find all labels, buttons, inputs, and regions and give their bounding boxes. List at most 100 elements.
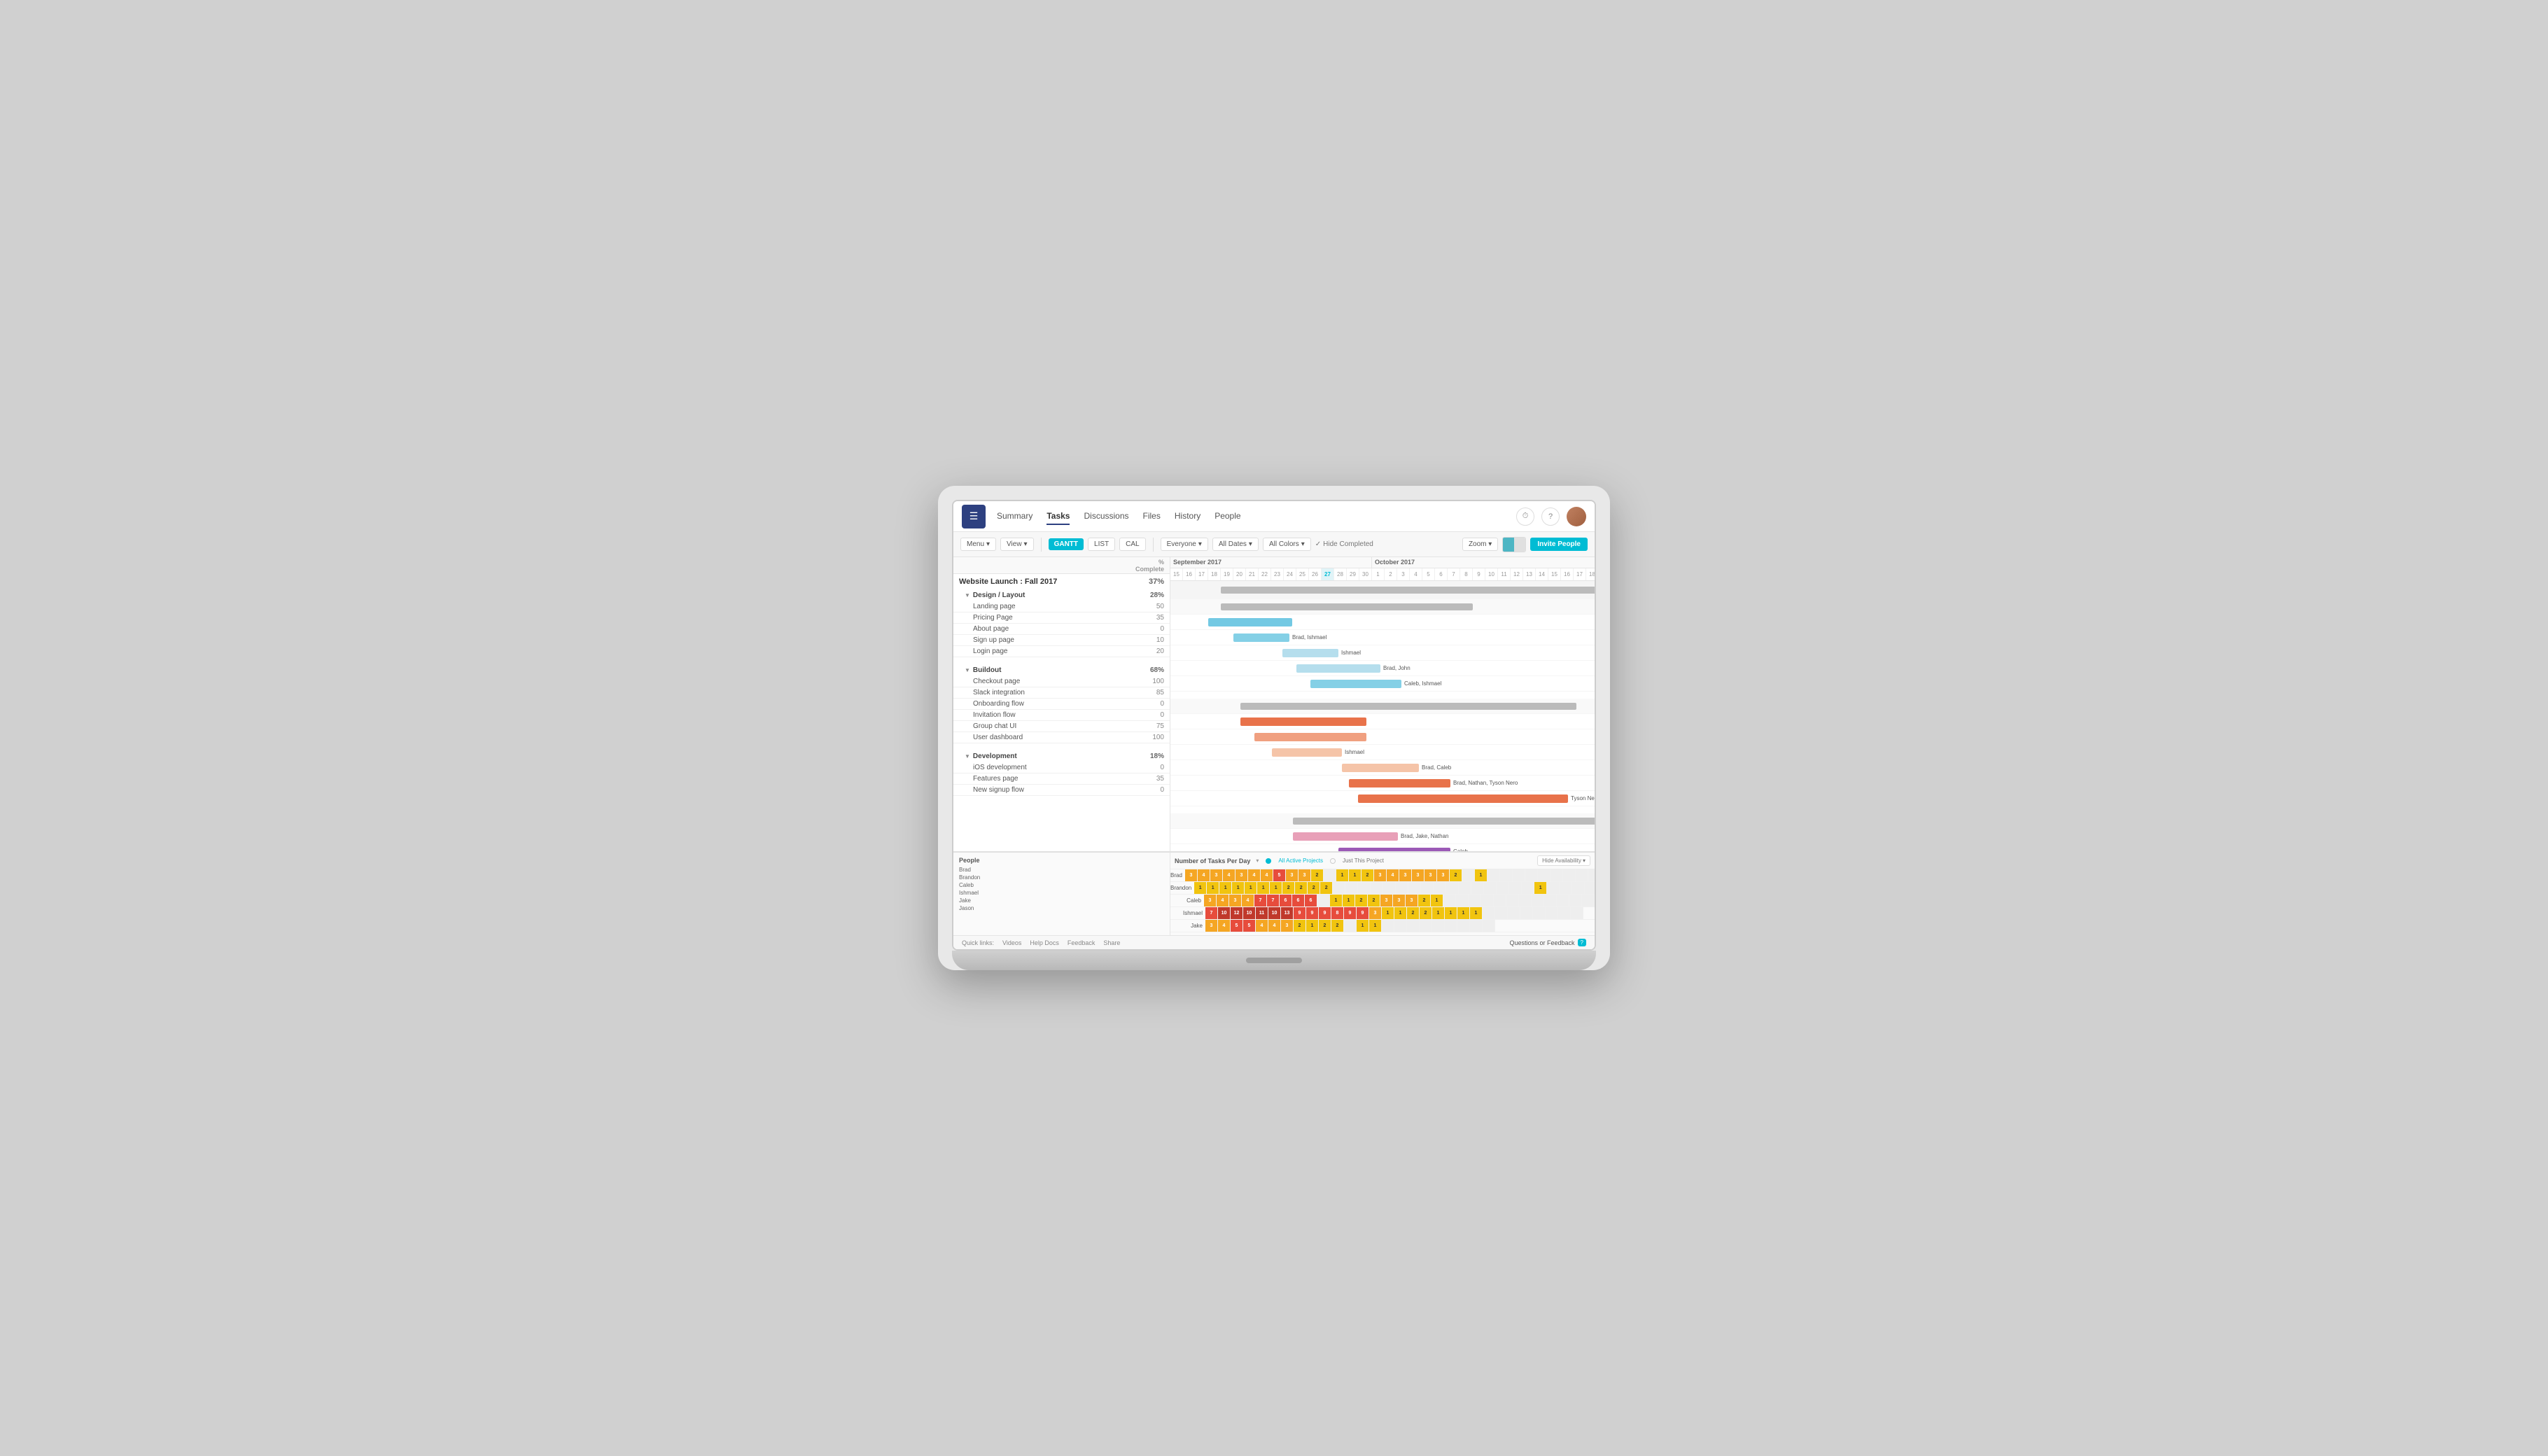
avail-cell-brandon-0: 1 (1194, 882, 1207, 894)
task-group-chat-ui[interactable]: Group chat UI 75 (953, 721, 1170, 732)
task-landing-page[interactable]: Landing page 50 (953, 601, 1170, 612)
tab-people[interactable]: People (1214, 508, 1240, 525)
gantt-bar-landing[interactable] (1208, 618, 1292, 626)
task-features-page[interactable]: Features page 35 (953, 774, 1170, 785)
gantt-view-button[interactable]: GANTT (1049, 538, 1084, 550)
legend: Brad Brandon Caleb Ishmael Jake (959, 867, 1164, 911)
everyone-filter[interactable]: Everyone ▾ (1161, 538, 1208, 551)
avail-cell-brandon-22 (1471, 882, 1484, 894)
avail-cell-jake-8: 1 (1306, 920, 1319, 932)
color-toggle-right[interactable] (1514, 538, 1525, 552)
task-login-page[interactable]: Login page 20 (953, 646, 1170, 657)
avail-cell-ishmael-4: 11 (1256, 907, 1268, 919)
clock-icon-button[interactable]: ⏱ (1516, 507, 1534, 526)
task-sign-up-page[interactable]: Sign up page 10 (953, 635, 1170, 646)
all-dates-filter[interactable]: All Dates ▾ (1212, 538, 1259, 551)
task-slack-integration[interactable]: Slack integration 85 (953, 687, 1170, 699)
task-new-signup-flow[interactable]: New signup flow 0 (953, 785, 1170, 796)
all-colors-filter[interactable]: All Colors ▾ (1263, 538, 1311, 551)
group-development[interactable]: ▼ Development 18% (953, 750, 1170, 762)
tab-tasks[interactable]: Tasks (1046, 508, 1070, 525)
task-checkout-page[interactable]: Checkout page 100 (953, 676, 1170, 687)
gantt-bar-slack[interactable] (1254, 733, 1366, 741)
footer-link-feedback[interactable]: Feedback (1068, 939, 1096, 946)
task-about-page[interactable]: About page 0 (953, 624, 1170, 635)
gantt-label-ios: Brad, Jake, Nathan (1401, 833, 1448, 839)
avail-cell-caleb-23 (1494, 895, 1506, 906)
gantt-row-signup: Brad, John (1170, 661, 1595, 676)
task-pricing-page[interactable]: Pricing Page 35 (953, 612, 1170, 624)
gantt-bar-signup[interactable] (1296, 664, 1380, 673)
avail-cell-brad-32 (1588, 869, 1595, 881)
gantt-day-25: 25 (1296, 568, 1309, 580)
avail-cell-caleb-6: 6 (1280, 895, 1292, 906)
avail-filter-project[interactable]: Just This Project (1343, 858, 1384, 864)
gantt-bar-pricing[interactable] (1233, 634, 1289, 642)
project-title-row: Website Launch : Fall 2017 37% (953, 574, 1170, 589)
task-onboarding-flow[interactable]: Onboarding flow 0 (953, 699, 1170, 710)
legend-caleb-label: Caleb (959, 882, 974, 888)
task-pane: % Complete Website Launch : Fall 2017 37… (953, 557, 1170, 851)
month-september: September 2017 (1170, 557, 1372, 568)
gantt-bar-invitation[interactable] (1342, 764, 1419, 772)
avail-title-chevron[interactable]: ▾ (1256, 858, 1259, 864)
avail-filter-all[interactable]: All Active Projects (1278, 858, 1323, 864)
gantt-bar-about[interactable] (1282, 649, 1338, 657)
zoom-button[interactable]: Zoom ▾ (1462, 538, 1498, 551)
avail-cell-brad-31 (1576, 869, 1588, 881)
task-ios-development[interactable]: iOS development 0 (953, 762, 1170, 774)
gantt-pane[interactable]: September 2017 October 2017 151617181920… (1170, 557, 1595, 851)
tab-summary[interactable]: Summary (997, 508, 1032, 525)
avail-cell-ishmael-15: 1 (1394, 907, 1407, 919)
collapse-arrow-development: ▼ (965, 753, 970, 760)
avail-cell-brandon-15 (1383, 882, 1396, 894)
menu-button[interactable]: Menu ▾ (960, 538, 996, 551)
avail-cell-ishmael-19: 1 (1445, 907, 1457, 919)
avail-cell-brandon-11 (1333, 882, 1345, 894)
gantt-bar-checkout[interactable] (1240, 718, 1366, 726)
avail-cell-caleb-8: 6 (1305, 895, 1317, 906)
avail-cell-ishmael-14: 1 (1382, 907, 1394, 919)
avail-cell-brad-9: 3 (1298, 869, 1311, 881)
gantt-bar-dashboard[interactable] (1358, 794, 1568, 803)
tab-history[interactable]: History (1175, 508, 1200, 525)
avail-cell-brandon-24 (1497, 882, 1509, 894)
footer-link-helpdocs[interactable]: Help Docs (1030, 939, 1059, 946)
gantt-bar-login[interactable] (1310, 680, 1401, 688)
gantt-bar-features[interactable] (1338, 848, 1450, 851)
laptop-notch (1246, 958, 1302, 963)
nav-logo[interactable]: ☰ (962, 505, 986, 528)
tab-discussions[interactable]: Discussions (1084, 508, 1128, 525)
hide-completed-toggle[interactable]: ✓ Hide Completed (1315, 540, 1373, 548)
user-avatar[interactable] (1567, 507, 1586, 526)
avail-cell-brad-29 (1550, 869, 1563, 881)
gantt-row-login: Caleb, Ishmael (1170, 676, 1595, 692)
footer-link-videos[interactable]: Videos (1002, 939, 1021, 946)
gantt-day-28: 28 (1334, 568, 1347, 580)
list-view-button[interactable]: LIST (1088, 538, 1115, 551)
task-invitation-flow[interactable]: Invitation flow 0 (953, 710, 1170, 721)
gantt-bar-ios[interactable] (1293, 832, 1398, 841)
avail-person-ishmael: Ishmael (1170, 910, 1205, 916)
group-design-layout[interactable]: ▼ Design / Layout 28% (953, 589, 1170, 601)
color-toggle-left[interactable] (1503, 538, 1514, 552)
gantt-bar-onboarding[interactable] (1272, 748, 1342, 757)
group-buildout[interactable]: ▼ Buildout 68% (953, 664, 1170, 676)
help-icon-button[interactable]: ? (1541, 507, 1560, 526)
avail-cell-caleb-25 (1519, 895, 1532, 906)
invite-people-button[interactable]: Invite People (1530, 538, 1588, 551)
footer-link-share[interactable]: Share (1103, 939, 1120, 946)
tab-files[interactable]: Files (1143, 508, 1161, 525)
legend-brad-label: Brad (959, 867, 971, 873)
avail-cell-ishmael-17: 2 (1420, 907, 1432, 919)
avail-cell-brad-28 (1538, 869, 1550, 881)
view-button[interactable]: View ▾ (1000, 538, 1034, 551)
avail-cell-brad-8: 3 (1286, 869, 1298, 881)
task-user-dashboard[interactable]: User dashboard 100 (953, 732, 1170, 743)
gantt-bar-groupchat[interactable] (1349, 779, 1450, 788)
footer-right[interactable]: Questions or Feedback ? (1509, 939, 1586, 946)
hide-availability-button[interactable]: Hide Availability ▾ (1537, 855, 1590, 866)
avail-cell-caleb-24 (1506, 895, 1519, 906)
cal-view-button[interactable]: CAL (1119, 538, 1145, 551)
avail-cell-caleb-7: 6 (1292, 895, 1305, 906)
